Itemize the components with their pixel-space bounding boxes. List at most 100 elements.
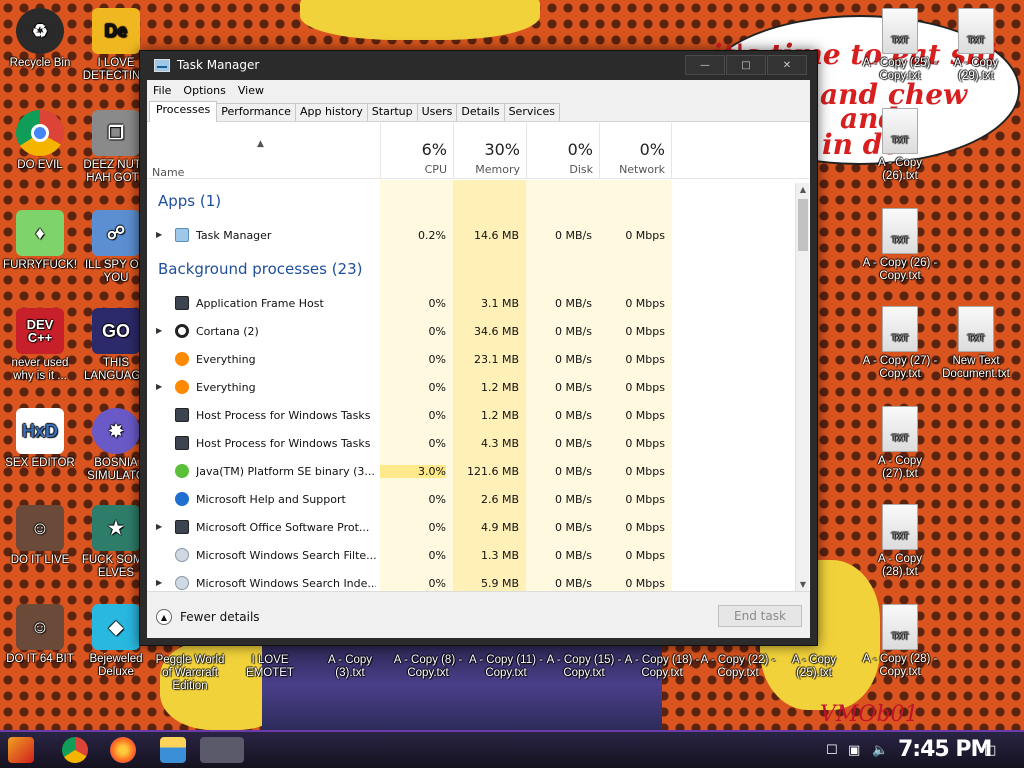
taskbar-clock[interactable]: 7:45 PM <box>898 737 992 762</box>
column-memory[interactable]: 30% Memory <box>453 123 526 179</box>
column-network[interactable]: 0% Network <box>599 123 672 179</box>
desktop-icon-txt[interactable]: TXT A - Copy (29).txt <box>938 8 1014 83</box>
process-row[interactable]: Application Frame Host 0% 3.1 MB 0 MB/s 0 Mb… <box>147 290 672 318</box>
fewer-details-button[interactable]: ▲ Fewer details <box>156 609 260 625</box>
process-memory: 1.3 MB <box>480 549 519 562</box>
wallpaper-signature: VMOb01 <box>820 702 919 727</box>
process-row[interactable]: ▶ Microsoft Windows Search Inde... 0% 5.9 M… <box>147 570 672 592</box>
desktop-icon-copy18[interactable]: A - Copy (18) - Copy.txt <box>624 654 700 680</box>
task-manager-window[interactable]: Task Manager — □ ✕ File Options View Pro… <box>139 50 818 646</box>
desktop-icon-copy8[interactable]: A - Copy (8) - Copy.txt <box>390 654 466 680</box>
network-tray-icon[interactable]: ▣ <box>848 743 860 758</box>
volume-tray-icon[interactable]: 🔈 <box>872 743 888 758</box>
desktop-icon-copy28[interactable]: TXT A - Copy (28) - Copy.txt <box>862 604 938 679</box>
tab-app-history[interactable]: App history <box>294 103 368 121</box>
process-row[interactable]: Java(TM) Platform SE binary (3... 3.0% 121… <box>147 458 672 486</box>
scroll-up-icon[interactable]: ▲ <box>796 183 810 197</box>
process-row[interactable]: Everything 0% 23.1 MB 0 MB/s 0 Mbps <box>147 346 672 374</box>
process-row[interactable]: Host Process for Windows Tasks 0% 1.2 MB 0 … <box>147 402 672 430</box>
text-file-icon: TXT <box>882 108 918 154</box>
scroll-down-icon[interactable]: ▼ <box>796 578 810 592</box>
hxd-icon: HxD <box>16 408 64 454</box>
process-network: 0 Mbps <box>625 437 665 450</box>
desktop-icon-furry[interactable]: ♦ FURRYFUCK! <box>2 210 78 272</box>
column-name[interactable]: Name <box>152 166 184 179</box>
expand-arrow-icon[interactable]: ▶ <box>156 578 162 587</box>
expand-arrow-icon[interactable]: ▶ <box>156 382 162 391</box>
column-disk[interactable]: 0% Disk <box>526 123 599 179</box>
desktop-icon-txt[interactable]: TXT A - Copy (25) - Copy.txt <box>862 8 938 83</box>
scrollbar[interactable]: ▲ ▼ <box>795 183 809 592</box>
footer: ▲ Fewer details End task <box>147 591 810 638</box>
text-file-icon: TXT <box>882 406 918 452</box>
desktop-icon-doitlive[interactable]: ☺ DO IT LIVE <box>2 505 78 567</box>
task-manager-taskbar-icon[interactable] <box>200 737 244 763</box>
process-disk: 0 MB/s <box>555 381 592 394</box>
portrait-icon: ☺ <box>16 604 64 650</box>
tab-startup[interactable]: Startup <box>366 103 418 121</box>
notification-icon[interactable]: □ <box>984 743 996 758</box>
group-header-background: Background processes (23) <box>158 260 363 278</box>
desktop-icon-peggle[interactable]: Peggle World of Warcraft Edition <box>152 654 228 693</box>
title-bar[interactable]: Task Manager — □ ✕ <box>140 51 817 79</box>
chrome-icon <box>16 110 64 156</box>
tab-details[interactable]: Details <box>456 103 505 121</box>
process-cpu: 0% <box>428 549 446 562</box>
window-title: Task Manager <box>177 58 260 72</box>
magnifier-icon <box>175 380 189 394</box>
desktop-icon-recycle-bin[interactable]: ♻ Recycle Bin <box>2 8 78 70</box>
desktop-icon-copy22[interactable]: A - Copy (22) - Copy.txt <box>700 654 776 680</box>
window-icon <box>175 296 189 310</box>
desktop-icon-txt[interactable]: TXT A - Copy (27).txt <box>862 406 938 481</box>
desktop-icon-doit64[interactable]: ☺ DO IT 64 BIT <box>2 604 78 666</box>
desktop-icon-copy25[interactable]: A - Copy (25).txt <box>776 654 852 680</box>
desktop-icon-hxd[interactable]: HxD SEX EDITOR <box>2 408 78 470</box>
expand-arrow-icon[interactable]: ▶ <box>156 230 162 239</box>
desktop-icon-txt[interactable]: TXT New Text Document.txt <box>938 306 1014 381</box>
process-memory: 23.1 MB <box>473 353 519 366</box>
maximize-button[interactable]: □ <box>726 55 766 75</box>
scroll-thumb[interactable] <box>798 199 808 251</box>
desktop-icon-devcpp[interactable]: DEV C++ never used why is it ... <box>2 308 78 383</box>
process-cpu: 0% <box>428 493 446 506</box>
process-row[interactable]: Microsoft Windows Search Filte... 0% 1.3 M… <box>147 542 672 570</box>
process-row[interactable]: ▶ Task Manager 0.2% 14.6 MB 0 MB/s 0 Mbps <box>147 222 672 250</box>
tab-processes[interactable]: Processes <box>149 101 218 122</box>
desktop-icon-txt[interactable]: TXT A - Copy (28).txt <box>862 504 938 579</box>
process-row[interactable]: ▶ Cortana (2) 0% 34.6 MB 0 MB/s 0 Mbps <box>147 318 672 346</box>
process-row[interactable]: ▶ Everything 0% 1.2 MB 0 MB/s 0 Mbps <box>147 374 672 402</box>
tray-checkbox-icon[interactable]: ☐ <box>826 743 838 758</box>
file-explorer-taskbar-icon[interactable] <box>160 737 186 763</box>
minimize-button[interactable]: — <box>685 55 725 75</box>
tab-performance[interactable]: Performance <box>216 103 296 121</box>
firefox-taskbar-icon[interactable] <box>110 737 136 763</box>
expand-arrow-icon[interactable]: ▶ <box>156 522 162 531</box>
process-row[interactable]: Microsoft Help and Support 0% 2.6 MB 0 MB/s… <box>147 486 672 514</box>
desktop-icon-txt[interactable]: TXT A - Copy (27) - Copy.txt <box>862 306 938 381</box>
text-file-icon: TXT <box>882 504 918 550</box>
task-manager-icon <box>154 58 170 72</box>
process-row[interactable]: Host Process for Windows Tasks 0% 4.3 MB 0 … <box>147 430 672 458</box>
chrome-taskbar-icon[interactable] <box>62 737 88 763</box>
desktop-icon-txt[interactable]: TXT A - Copy (26).txt <box>862 108 938 183</box>
end-task-button[interactable]: End task <box>718 605 802 627</box>
close-button[interactable]: ✕ <box>767 55 807 75</box>
menu-file[interactable]: File <box>153 84 171 97</box>
desktop-icon-copy15[interactable]: A - Copy (15) - Copy.txt <box>546 654 622 680</box>
column-cpu[interactable]: 6% CPU <box>380 123 453 179</box>
desktop-icon-txt[interactable]: TXT A - Copy (26) - Copy.txt <box>862 208 938 283</box>
process-memory: 5.9 MB <box>480 577 519 590</box>
desktop-icon-emotet[interactable]: I LOVE EMOTET <box>232 654 308 680</box>
tab-users[interactable]: Users <box>416 103 458 121</box>
process-row[interactable]: ▶ Microsoft Office Software Prot... 0% 4.9 … <box>147 514 672 542</box>
desktop-icon-chrome[interactable]: DO EVIL <box>2 110 78 172</box>
de-icon: De <box>92 8 140 54</box>
menu-options[interactable]: Options <box>183 84 225 97</box>
menu-view[interactable]: View <box>238 84 264 97</box>
tab-services[interactable]: Services <box>503 103 560 121</box>
desktop-icon-copy11[interactable]: A - Copy (11) - Copy.txt <box>468 654 544 680</box>
process-cpu: 0% <box>428 325 446 338</box>
expand-arrow-icon[interactable]: ▶ <box>156 326 162 335</box>
start-button[interactable] <box>8 737 34 763</box>
desktop-icon-copy3[interactable]: A - Copy (3).txt <box>312 654 388 680</box>
